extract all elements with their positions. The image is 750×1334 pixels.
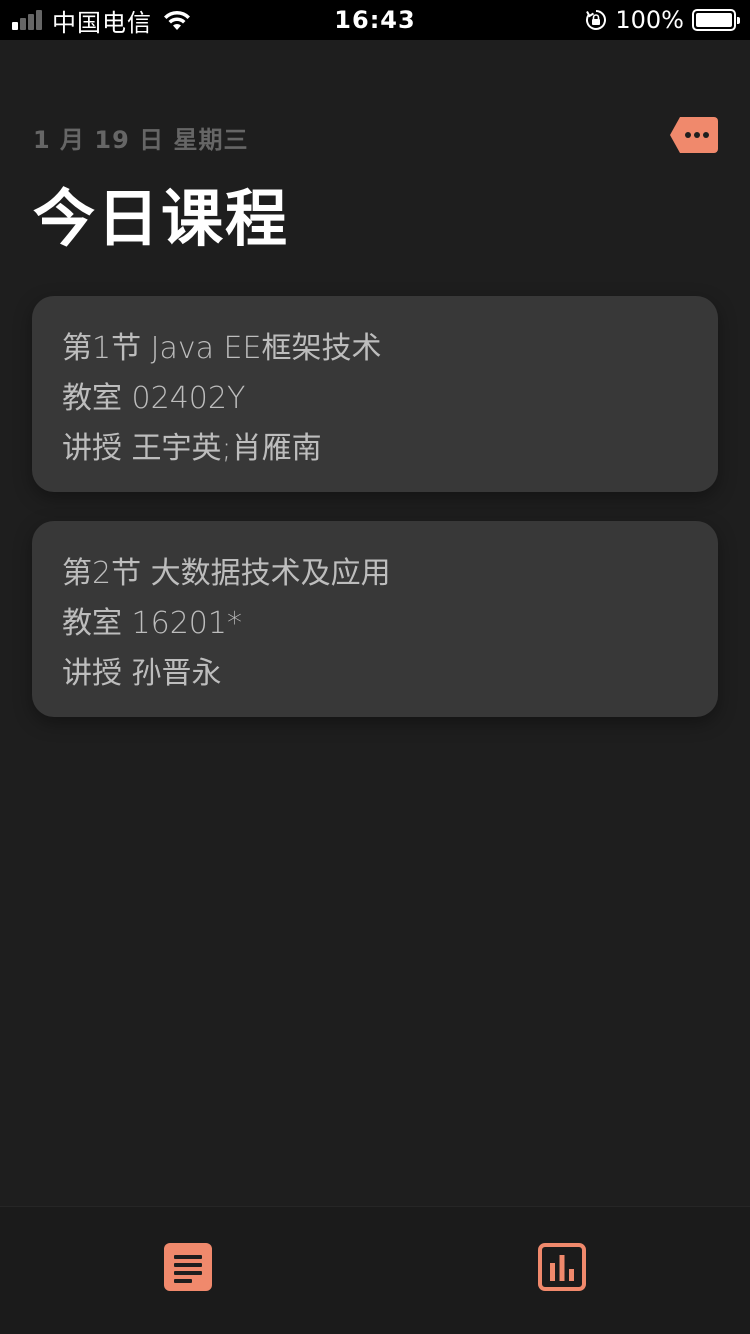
status-right: 100% xyxy=(585,6,740,34)
battery-percent: 100% xyxy=(615,6,684,34)
course-classroom: 教室 02402Y xyxy=(62,381,246,416)
course-teacher: 讲授 孙晋永 xyxy=(62,656,222,691)
more-tag-icon[interactable] xyxy=(670,117,718,153)
page-title: 今日课程 xyxy=(33,182,290,255)
course-card[interactable]: 第1节 Java EE框架技术 教室 02402Y 讲授 王宇英;肖雁南 xyxy=(32,296,718,492)
course-period-name: 第1节 Java EE框架技术 xyxy=(62,331,382,366)
orientation-lock-icon xyxy=(586,10,607,30)
course-period-name: 第2节 大数据技术及应用 xyxy=(62,556,391,591)
document-list-icon[interactable] xyxy=(164,1243,212,1291)
date-label: 1 月 19 日 星期三 xyxy=(33,126,249,154)
bar-chart-icon[interactable] xyxy=(538,1243,586,1291)
course-teacher: 讲授 王宇英;肖雁南 xyxy=(62,431,322,466)
course-card[interactable]: 第2节 大数据技术及应用 教室 16201* 讲授 孙晋永 xyxy=(32,521,718,717)
course-classroom: 教室 16201* xyxy=(62,606,242,641)
status-bar: 中国电信 16:43 100% xyxy=(0,0,750,40)
tab-bar xyxy=(0,1206,750,1334)
battery-icon xyxy=(692,9,740,31)
